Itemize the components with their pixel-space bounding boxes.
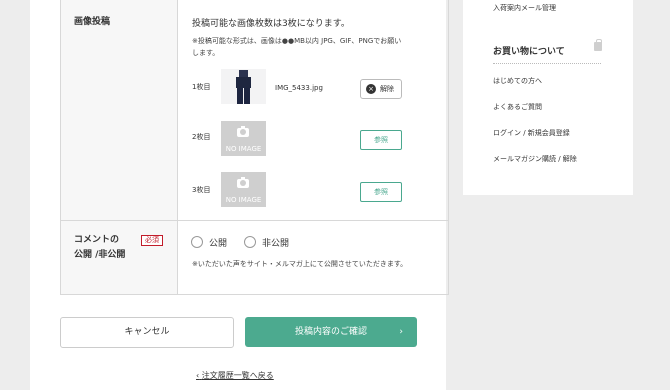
radio-public-label: 公開 xyxy=(209,239,228,249)
post-form-table: 画像投稿 コメントの 公開 /非公開 必須 投稿可能な画像枚数は3枚になります。… xyxy=(60,0,449,295)
sidebar-item-newsletter[interactable]: メールマガジン購読 / 解除 xyxy=(493,154,577,164)
back-link-label: 注文履歴一覧へ戻る xyxy=(201,371,274,380)
remove-image-1-button[interactable]: × 解除 xyxy=(360,79,402,99)
browse-image-3-button[interactable]: 参照 xyxy=(360,182,402,202)
image-1-thumbnail xyxy=(221,69,266,104)
image-row-header: 画像投稿 xyxy=(61,0,178,221)
browse-image-2-button[interactable]: 参照 xyxy=(360,130,402,150)
image-2-placeholder: NO IMAGE xyxy=(221,121,266,156)
close-circle-icon: × xyxy=(366,84,376,94)
radio-private-label: 非公開 xyxy=(262,239,290,249)
chevron-right-icon: › xyxy=(399,327,403,337)
confirm-label: 投稿内容のご確認 xyxy=(294,327,367,337)
cancel-button[interactable]: キャンセル xyxy=(60,317,234,348)
remove-label: 解除 xyxy=(380,85,394,93)
no-image-label: NO IMAGE xyxy=(225,196,262,204)
comment-row-label-line1: コメントの xyxy=(74,235,120,245)
section-divider xyxy=(493,63,601,64)
confirm-button[interactable]: 投稿内容のご確認 › xyxy=(245,317,417,347)
comment-row-label-line2: 公開 /非公開 xyxy=(74,250,126,260)
radio-private[interactable] xyxy=(244,236,256,248)
image-limit-text: 投稿可能な画像枚数は3枚になります。 xyxy=(192,19,350,29)
shopping-bag-icon xyxy=(594,39,602,51)
row-divider xyxy=(177,220,448,221)
sidebar-item-restock-mail[interactable]: 入荷案内メール管理 xyxy=(493,3,556,13)
required-badge: 必須 xyxy=(141,235,163,246)
image-3-placeholder: NO IMAGE xyxy=(221,172,266,207)
no-image-label: NO IMAGE xyxy=(225,145,262,153)
sidebar: 入荷案内メール管理 お買い物について はじめての方へ よくあるご質問 ログイン … xyxy=(463,0,633,195)
comment-row-header: コメントの 公開 /非公開 必須 xyxy=(61,221,178,294)
back-to-order-history-link[interactable]: ‹ 注文履歴一覧へ戻る xyxy=(196,370,274,381)
image-3-index: 3枚目 xyxy=(192,186,211,194)
image-row-label: 画像投稿 xyxy=(74,17,111,27)
image-2-index: 2枚目 xyxy=(192,133,211,141)
camera-icon xyxy=(237,126,249,137)
comment-note: ※いただいた声をサイト・メルマガ上にて公開させていただきます。 xyxy=(192,260,408,268)
format-note: ※投稿可能な形式は、画像は●●MB以内 JPG、GIF、PNGでお願いします。 xyxy=(192,37,402,57)
sidebar-item-first-time[interactable]: はじめての方へ xyxy=(493,76,542,86)
uploaded-photo xyxy=(236,70,251,104)
radio-public[interactable] xyxy=(191,236,203,248)
sidebar-section-title: お買い物について xyxy=(493,47,565,57)
sidebar-item-login-register[interactable]: ログイン / 新規会員登録 xyxy=(493,128,570,138)
image-1-filename: IMG_5433.jpg xyxy=(275,84,323,92)
camera-icon xyxy=(237,177,249,188)
sidebar-item-faq[interactable]: よくあるご質問 xyxy=(493,102,542,112)
image-1-index: 1枚目 xyxy=(192,83,211,91)
chevron-left-icon: ‹ xyxy=(196,371,200,380)
